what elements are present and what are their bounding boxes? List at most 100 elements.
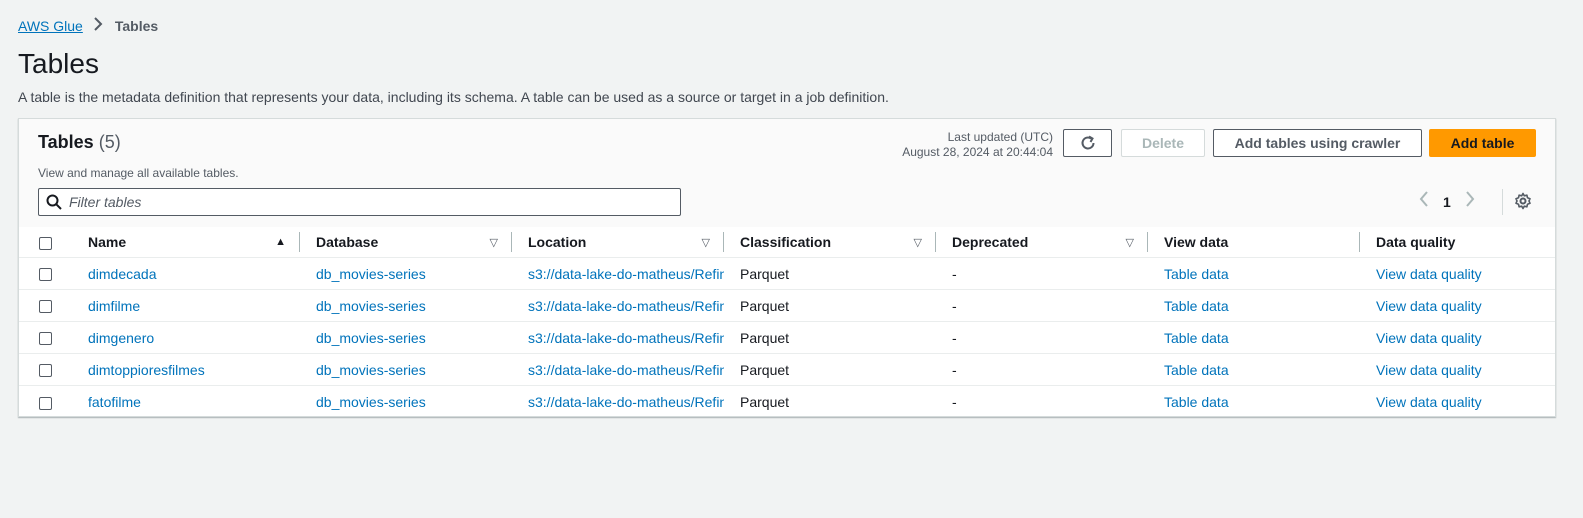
column-header-data-quality: Data quality — [1360, 227, 1555, 258]
cell-data-quality: View data quality — [1360, 257, 1555, 290]
cell-database: db_movies-series — [300, 353, 512, 386]
cell-view-data: Table data — [1148, 257, 1360, 290]
cell-deprecated: - — [936, 257, 1148, 290]
page-number[interactable]: 1 — [1443, 194, 1451, 210]
view-data-quality-link[interactable]: View data quality — [1376, 266, 1482, 282]
view-data-quality-link[interactable]: View data quality — [1376, 394, 1482, 410]
table-name-link[interactable]: dimgenero — [88, 330, 154, 346]
sort-icon: ▽ — [701, 236, 710, 249]
page-title: Tables — [18, 48, 99, 79]
row-checkbox[interactable] — [39, 268, 52, 282]
cell-data-quality: View data quality — [1360, 321, 1555, 354]
row-select-cell — [19, 386, 88, 418]
cell-database: db_movies-series — [300, 386, 512, 418]
table-name-link[interactable]: dimtoppioresfilmes — [88, 362, 205, 378]
sort-icon: ▽ — [913, 236, 922, 249]
pager-divider — [1502, 189, 1503, 215]
cell-classification: Parquet — [740, 393, 790, 410]
location-link[interactable]: s3://data-lake-do-matheus/Refined/dimfil… — [528, 298, 724, 314]
delete-button[interactable]: Delete — [1121, 129, 1205, 157]
cell-data-quality: View data quality — [1360, 353, 1555, 386]
cell-deprecated: - — [936, 353, 1148, 386]
gear-icon[interactable] — [1514, 192, 1532, 213]
cell-classification: Parquet — [724, 353, 936, 386]
table-row: dimtoppioresfilmes db_movies-series s3:/… — [19, 353, 1555, 386]
table-row: dimdecada db_movies-series s3://data-lak… — [19, 257, 1555, 290]
column-data-quality-label: Data quality — [1376, 234, 1456, 250]
table-row: dimgenero db_movies-series s3://data-lak… — [19, 321, 1555, 354]
breadcrumb-current: Tables — [114, 17, 159, 34]
database-link[interactable]: db_movies-series — [316, 266, 426, 282]
cell-view-data: Table data — [1148, 386, 1360, 418]
row-checkbox[interactable] — [39, 300, 52, 314]
view-data-quality-link[interactable]: View data quality — [1376, 362, 1482, 378]
column-header-name[interactable]: Name ▲ — [88, 227, 300, 258]
column-header-database[interactable]: Database ▽ — [300, 227, 512, 258]
select-all-checkbox[interactable] — [39, 236, 52, 250]
row-checkbox[interactable] — [39, 364, 52, 378]
filter-tables-input[interactable] — [69, 194, 669, 210]
database-link[interactable]: db_movies-series — [316, 298, 426, 314]
filter-tables-field[interactable] — [38, 188, 681, 216]
location-link[interactable]: s3://data-lake-do-matheus/Refined/fatofi… — [528, 394, 724, 410]
cell-database: db_movies-series — [300, 289, 512, 322]
cell-deprecated: - — [952, 393, 957, 410]
add-table-button[interactable]: Add table — [1429, 129, 1536, 157]
table-data-link[interactable]: Table data — [1164, 394, 1229, 410]
table-count: (5) — [98, 132, 121, 152]
table-data-link[interactable]: Table data — [1164, 298, 1229, 314]
location-link[interactable]: s3://data-lake-do-matheus/Refined/dimgen… — [528, 330, 724, 346]
column-location-label: Location — [528, 234, 587, 250]
row-checkbox[interactable] — [39, 396, 52, 410]
breadcrumb: AWS Glue Tables — [18, 17, 158, 34]
cell-data-quality: View data quality — [1360, 289, 1555, 322]
last-updated-value: August 28, 2024 at 20:44:04 — [902, 145, 1053, 159]
row-checkbox[interactable] — [39, 332, 52, 346]
cell-name: dimdecada — [88, 257, 300, 290]
table-data-link[interactable]: Table data — [1164, 362, 1229, 378]
breadcrumb-aws-glue-link[interactable]: AWS Glue — [18, 18, 83, 34]
database-link[interactable]: db_movies-series — [316, 394, 426, 410]
chevron-right-icon — [93, 17, 105, 34]
cell-name: fatofilme — [88, 386, 300, 418]
add-tables-using-crawler-button[interactable]: Add tables using crawler — [1213, 129, 1422, 157]
column-header-classification[interactable]: Classification ▽ — [724, 227, 936, 258]
cell-view-data: Table data — [1148, 353, 1360, 386]
column-header-deprecated[interactable]: Deprecated ▽ — [936, 227, 1148, 258]
refresh-button[interactable] — [1063, 129, 1112, 157]
column-view-data-label: View data — [1164, 234, 1229, 250]
view-data-quality-link[interactable]: View data quality — [1376, 330, 1482, 346]
sort-ascending-icon: ▲ — [275, 236, 286, 248]
database-link[interactable]: db_movies-series — [316, 362, 426, 378]
cell-name: dimtoppioresfilmes — [88, 353, 300, 386]
pagination: 1 — [1419, 191, 1475, 212]
tables-table: Name ▲ Database ▽ Location ▽ Classification… — [19, 227, 1555, 418]
cell-deprecated: - — [936, 321, 1148, 354]
table-data-link[interactable]: Table data — [1164, 266, 1229, 282]
database-link[interactable]: db_movies-series — [316, 330, 426, 346]
sort-icon: ▽ — [1125, 236, 1134, 249]
cell-name: dimgenero — [88, 321, 300, 354]
cell-location: s3://data-lake-do-matheus/Refined/dimdec… — [512, 257, 724, 290]
container-title-text: Tables — [38, 132, 94, 152]
location-link[interactable]: s3://data-lake-do-matheus/Refined/dimdec… — [528, 266, 724, 282]
location-link[interactable]: s3://data-lake-do-matheus/Refined/dimtop… — [528, 362, 724, 378]
row-select-cell — [19, 353, 88, 386]
table-name-link[interactable]: dimdecada — [88, 266, 157, 282]
next-page-icon[interactable] — [1465, 191, 1475, 212]
last-updated-label: Last updated (UTC) — [947, 130, 1053, 144]
table-name-link[interactable]: dimfilme — [88, 298, 140, 314]
tables-container: Tables (5) View and manage all available… — [18, 118, 1556, 417]
cell-classification: Parquet — [724, 257, 936, 290]
column-deprecated-label: Deprecated — [952, 234, 1029, 250]
table-name-link[interactable]: fatofilme — [88, 394, 141, 410]
table-data-link[interactable]: Table data — [1164, 330, 1229, 346]
cell-classification: Parquet — [724, 321, 936, 354]
previous-page-icon[interactable] — [1419, 191, 1429, 212]
cell-name: dimfilme — [88, 289, 300, 322]
cell-location: s3://data-lake-do-matheus/Refined/dimgen… — [512, 321, 724, 354]
column-header-location[interactable]: Location ▽ — [512, 227, 724, 258]
cell-location: s3://data-lake-do-matheus/Refined/dimtop… — [512, 353, 724, 386]
view-data-quality-link[interactable]: View data quality — [1376, 298, 1482, 314]
row-select-cell — [19, 257, 88, 290]
